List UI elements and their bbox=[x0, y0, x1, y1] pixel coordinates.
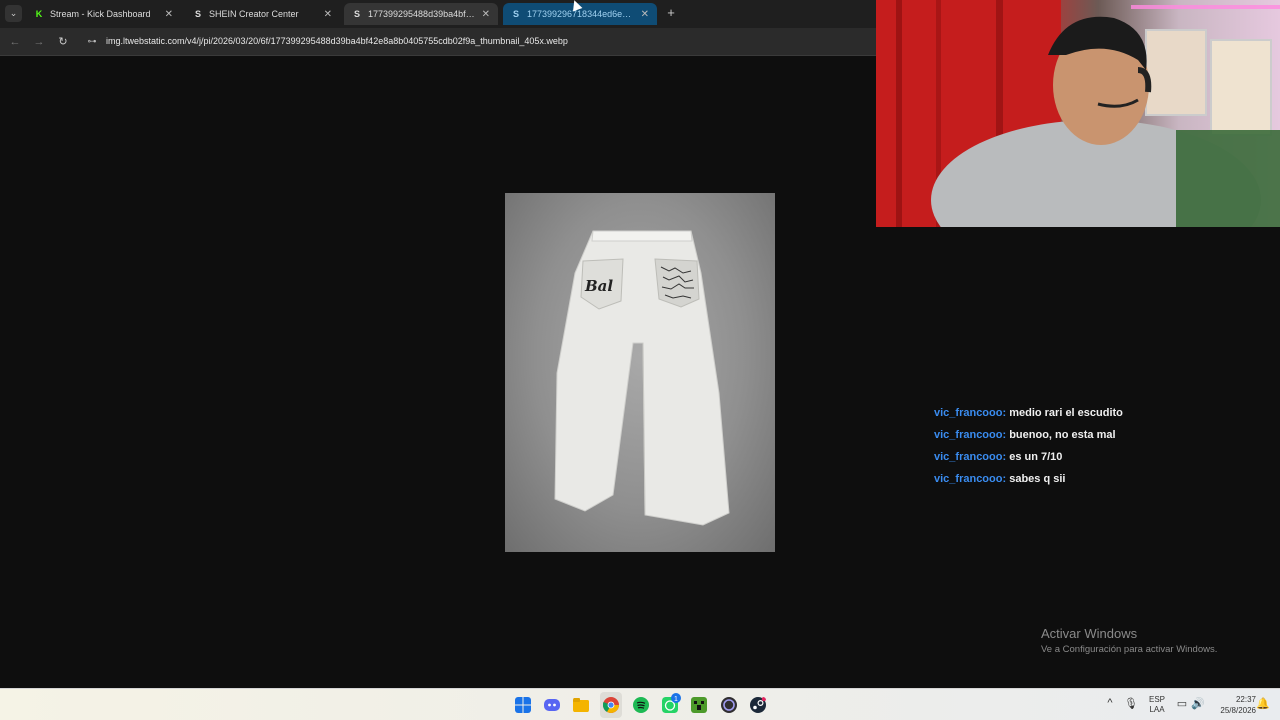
streamer-webcam bbox=[876, 0, 1280, 227]
chat-message: vic_francooo: buenoo, no esta mal bbox=[934, 428, 1264, 450]
clock-time: 22:37 bbox=[1235, 695, 1256, 704]
reload-icon[interactable]: ↻ bbox=[55, 34, 71, 50]
tab-title: 177399295488d39ba4bf42e8a bbox=[368, 9, 476, 19]
spotify-icon[interactable] bbox=[633, 697, 649, 713]
chat-text: es un 7/10 bbox=[1009, 451, 1063, 463]
taskbar: 1 ^ 🎙 ESP LAA ▭ 🔊 22:37 25/8/2026 🔔 bbox=[0, 688, 1280, 720]
file-explorer-icon[interactable] bbox=[573, 697, 589, 713]
chat-username: vic_francooo: bbox=[934, 429, 1007, 441]
tab-search-button[interactable]: ⌄ bbox=[5, 5, 22, 22]
chrome-icon[interactable] bbox=[603, 697, 619, 713]
address-bar[interactable]: img.ltwebstatic.com/v4/j/pi/2026/03/20/6… bbox=[106, 36, 568, 46]
clock-date: 25/8/2026 bbox=[1220, 706, 1256, 715]
product-image-pants: Bal bbox=[505, 193, 775, 552]
whatsapp-badge-count: 1 bbox=[674, 696, 678, 703]
back-icon[interactable]: ← bbox=[7, 34, 23, 50]
keyboard-layout: LAA bbox=[1149, 705, 1165, 714]
close-icon[interactable]: ✕ bbox=[324, 9, 332, 20]
network-icon[interactable]: ▭ bbox=[1175, 697, 1189, 710]
notifications-icon[interactable]: 🔔 bbox=[1256, 697, 1270, 710]
activation-subtitle: Ve a Configuración para activar Windows. bbox=[1041, 644, 1218, 655]
shein-icon: S bbox=[194, 9, 201, 19]
minecraft-icon[interactable] bbox=[691, 697, 707, 713]
close-icon[interactable]: ✕ bbox=[482, 9, 490, 20]
chevron-up-icon[interactable]: ^ bbox=[1103, 697, 1117, 709]
language-code: ESP bbox=[1148, 695, 1165, 704]
chat-message: vic_francooo: sabes q sii bbox=[934, 472, 1264, 494]
windows-start-icon[interactable] bbox=[515, 697, 531, 713]
discord-icon[interactable] bbox=[544, 697, 560, 713]
chat-username: vic_francooo: bbox=[934, 407, 1007, 419]
webcam-feed bbox=[876, 0, 1280, 227]
windows-activation-watermark: Activar Windows Ve a Configuración para … bbox=[1041, 626, 1217, 655]
chat-username: vic_francooo: bbox=[934, 473, 1007, 485]
tab-image-1[interactable]: S 177399295488d39ba4bf42e8a ✕ bbox=[344, 3, 498, 25]
activation-title: Activar Windows bbox=[1041, 626, 1138, 641]
notification-badge: 1 bbox=[671, 693, 681, 703]
tab-kick-dashboard[interactable]: K Stream - Kick Dashboard ✕ bbox=[26, 3, 181, 25]
tab-title: Stream - Kick Dashboard bbox=[50, 9, 151, 19]
chat-text: medio rari el escudito bbox=[1009, 407, 1123, 419]
close-icon[interactable]: ✕ bbox=[165, 9, 173, 20]
tab-shein-creator-center[interactable]: S SHEIN Creator Center ✕ bbox=[185, 3, 340, 25]
steam-icon[interactable] bbox=[750, 697, 766, 713]
tab-title: 177399296718344ed6e58f9fc8 bbox=[527, 9, 635, 19]
new-tab-button[interactable]: + bbox=[664, 5, 678, 21]
kick-icon: K bbox=[35, 9, 43, 19]
system-clock[interactable]: 22:37 25/8/2026 bbox=[1210, 694, 1256, 720]
microphone-icon[interactable]: 🎙 bbox=[1124, 697, 1138, 710]
chat-username: vic_francooo: bbox=[934, 451, 1007, 463]
forward-icon[interactable]: → bbox=[31, 34, 47, 50]
close-icon[interactable]: ✕ bbox=[641, 9, 649, 20]
chat-message: vic_francooo: es un 7/10 bbox=[934, 450, 1264, 472]
chat-text: sabes q sii bbox=[1009, 473, 1066, 485]
obs-icon[interactable] bbox=[721, 697, 737, 713]
chat-message: vic_francooo: medio rari el escudito bbox=[934, 406, 1264, 428]
volume-icon[interactable]: 🔊 bbox=[1191, 697, 1205, 710]
chat-overlay: vic_francooo: medio rari el escudito vic… bbox=[934, 406, 1264, 494]
white-jeans-illustration: Bal bbox=[554, 230, 730, 526]
tab-title: SHEIN Creator Center bbox=[209, 9, 299, 19]
shein-icon: S bbox=[512, 9, 519, 19]
tab-bar: ⌄ K Stream - Kick Dashboard ✕ S SHEIN Cr… bbox=[0, 0, 876, 28]
language-indicator[interactable]: ESP LAA bbox=[1148, 695, 1166, 720]
site-info-icon[interactable]: ⊶ bbox=[86, 35, 98, 47]
shein-icon: S bbox=[353, 9, 360, 19]
pocket-text: Bal bbox=[584, 277, 613, 295]
screen: ⌄ K Stream - Kick Dashboard ✕ S SHEIN Cr… bbox=[0, 0, 1280, 720]
navigation-bar: ← → ↻ ⊶ img.ltwebstatic.com/v4/j/pi/2026… bbox=[0, 28, 876, 56]
chat-text: buenoo, no esta mal bbox=[1009, 429, 1116, 441]
